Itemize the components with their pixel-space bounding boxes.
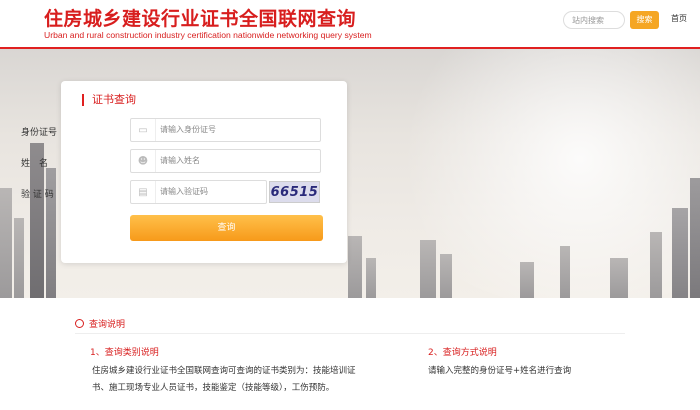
site-title[interactable]: 住房城乡建设行业证书全国联网查询 — [44, 4, 356, 31]
building — [366, 258, 376, 298]
building — [0, 188, 12, 298]
id-number-label: 身份证号 — [21, 128, 58, 138]
building — [520, 262, 534, 298]
name-placeholder: 请输入姓名 — [160, 156, 200, 165]
query-explanation-title: 查询说明 — [89, 320, 126, 330]
category-section-text: 住房城乡建设行业证书全国联网查询可查询的证书类别为：技能培训证 书、施工现场专业… — [92, 363, 356, 397]
card-title: 证书查询 — [82, 94, 136, 106]
method-section-title: 2、查询方式说明 — [428, 348, 497, 358]
search-button[interactable]: 搜索 — [630, 11, 659, 29]
captcha-label: 验 证 码 — [21, 190, 54, 200]
divider — [75, 333, 625, 334]
query-button[interactable]: 查询 — [130, 215, 323, 241]
building — [672, 208, 688, 298]
home-link[interactable]: 首页 — [671, 13, 687, 24]
building — [440, 254, 452, 298]
captcha-placeholder: 请输入验证码 — [160, 187, 208, 196]
building — [420, 240, 436, 298]
id-number-placeholder: 请输入身份证号 — [160, 125, 216, 134]
building — [14, 218, 24, 298]
site-header: 住房城乡建设行业证书全国联网查询 Urban and rural constru… — [0, 0, 700, 49]
captcha-image[interactable]: 66515 — [269, 181, 320, 203]
site-subtitle: Urban and rural construction industry ce… — [44, 30, 372, 40]
user-icon: ☻ — [131, 150, 156, 172]
search-icon — [75, 319, 84, 328]
building — [690, 178, 700, 298]
category-text-line: 书、施工现场专业人员证书，技能鉴定（技能等级），工伤预防。 — [92, 383, 335, 393]
site-search-input[interactable]: 站内搜索 — [563, 11, 625, 29]
building — [610, 258, 628, 298]
captcha-field[interactable]: ▤ 请输入验证码 — [130, 180, 267, 204]
building — [348, 236, 362, 298]
building — [650, 232, 662, 298]
name-label: 姓 名 — [21, 159, 49, 169]
building — [560, 246, 570, 298]
keyboard-icon: ▤ — [131, 181, 156, 203]
category-text-line: 住房城乡建设行业证书全国联网查询可查询的证书类别为：技能培训证 — [92, 366, 356, 376]
method-section-text: 请输入完整的身份证号+姓名进行查询 — [428, 366, 572, 376]
id-number-field[interactable]: ▭ 请输入身份证号 — [130, 118, 321, 142]
name-field[interactable]: ☻ 请输入姓名 — [130, 149, 321, 173]
id-card-icon: ▭ — [131, 119, 156, 141]
query-explanation-heading: 查询说明 — [75, 317, 125, 330]
category-section-title: 1、查询类别说明 — [90, 348, 159, 358]
